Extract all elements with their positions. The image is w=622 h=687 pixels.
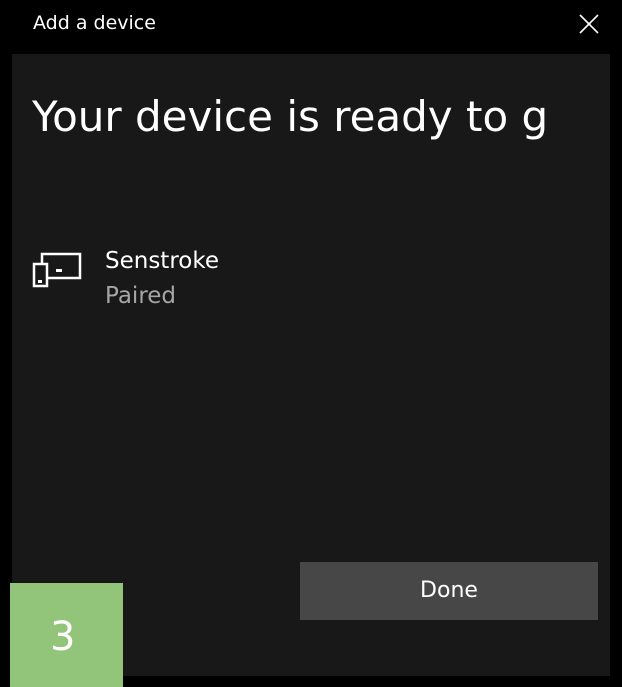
title-bar: Add a device — [0, 0, 622, 50]
device-name: Senstroke — [105, 248, 220, 274]
device-list-item[interactable]: Senstroke Paired — [32, 244, 432, 314]
add-device-window: Add a device Your device is ready to g S… — [0, 0, 622, 687]
device-icon — [32, 252, 82, 288]
device-status: Paired — [105, 283, 177, 309]
page-title: Your device is ready to g — [32, 92, 549, 141]
step-badge: 3 — [10, 583, 123, 687]
close-icon — [579, 14, 599, 34]
done-button[interactable]: Done — [300, 562, 598, 620]
window-title: Add a device — [33, 12, 156, 34]
close-button[interactable] — [562, 0, 622, 48]
step-number: 3 — [50, 614, 76, 660]
